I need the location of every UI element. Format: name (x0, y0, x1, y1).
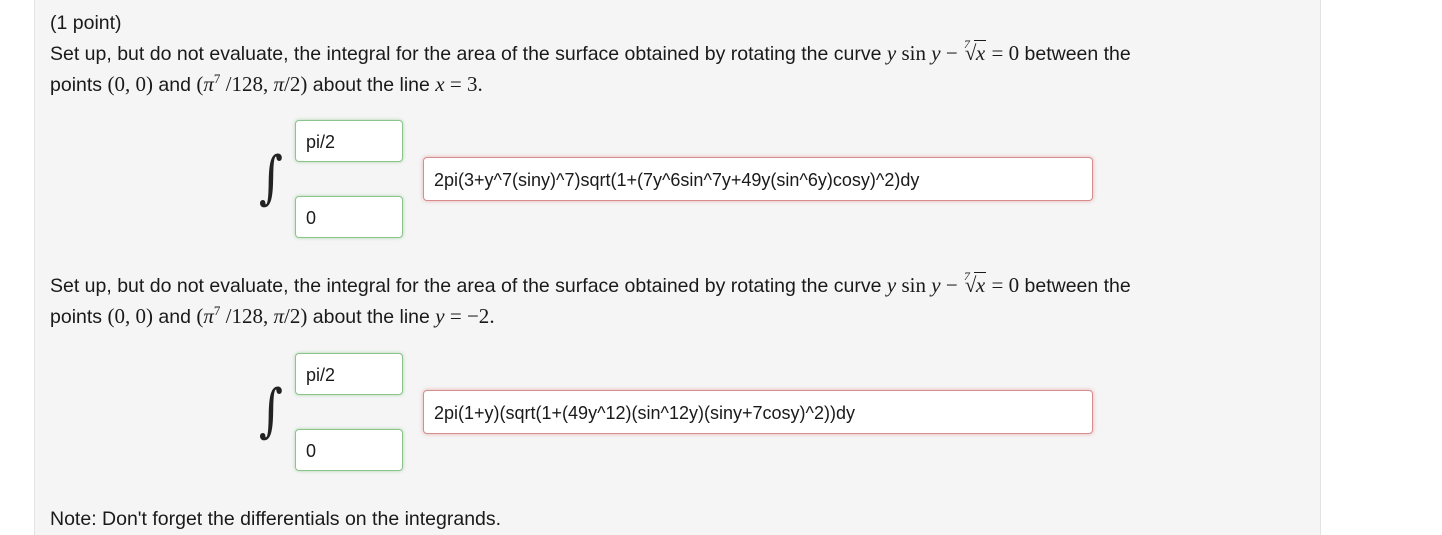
part1-axis-line: x = 3. (435, 72, 483, 96)
part2-integrand-input[interactable]: 2pi(1+y)(sqrt(1+(49y^12)(sin^12y)(siny+7… (423, 390, 1093, 434)
part1-question-line2: points (0, 0) and (π7 /128, π/2) about t… (50, 72, 483, 97)
part1-integral-sign: ∫ (259, 143, 283, 211)
points-label: (1 point) (50, 12, 122, 34)
part1-intro: Set up, but do not evaluate, the integra… (50, 43, 882, 65)
part1-lower-limit-input[interactable]: 0 (295, 196, 403, 238)
part1-points-word: points (50, 74, 103, 96)
differentials-note: Note: Don't forget the differentials on … (50, 508, 502, 530)
part2-and-word: and (158, 306, 191, 328)
part1-axis-text: about the line (312, 74, 430, 96)
part2-after-curve: between the (1024, 275, 1131, 297)
part1-after-curve: between the (1024, 43, 1131, 65)
part2-integral-sign: ∫ (259, 376, 283, 444)
part2-curve-equation: y sin y − 7 √ x = 0 (886, 269, 1020, 297)
part2-start-point: (0, 0) (107, 304, 153, 328)
part1-integrand-input[interactable]: 2pi(3+y^7(siny)^7)sqrt(1+(7y^6sin^7y+49y… (423, 157, 1093, 201)
part2-end-point: (π7 /128, π/2) (196, 303, 308, 328)
part2-question-line2: points (0, 0) and (π7 /128, π/2) about t… (50, 304, 495, 329)
part2-lower-limit-input[interactable]: 0 (295, 429, 403, 471)
part2-upper-limit-input[interactable]: pi/2 (295, 353, 403, 395)
part1-question-line1: Set up, but do not evaluate, the integra… (50, 37, 1131, 66)
part2-points-word: points (50, 306, 103, 328)
part2-intro: Set up, but do not evaluate, the integra… (50, 275, 882, 297)
part1-start-point: (0, 0) (107, 72, 153, 96)
part1-curve-equation: y sin y − 7 √ x = 0 (886, 37, 1020, 65)
part2-question-line1: Set up, but do not evaluate, the integra… (50, 269, 1131, 298)
part1-end-point: (π7 /128, π/2) (196, 71, 308, 96)
part2-axis-text: about the line (312, 306, 430, 328)
part2-axis-line: y = −2. (435, 304, 495, 328)
part1-upper-limit-input[interactable]: pi/2 (295, 120, 403, 162)
part1-and-word: and (158, 74, 191, 96)
